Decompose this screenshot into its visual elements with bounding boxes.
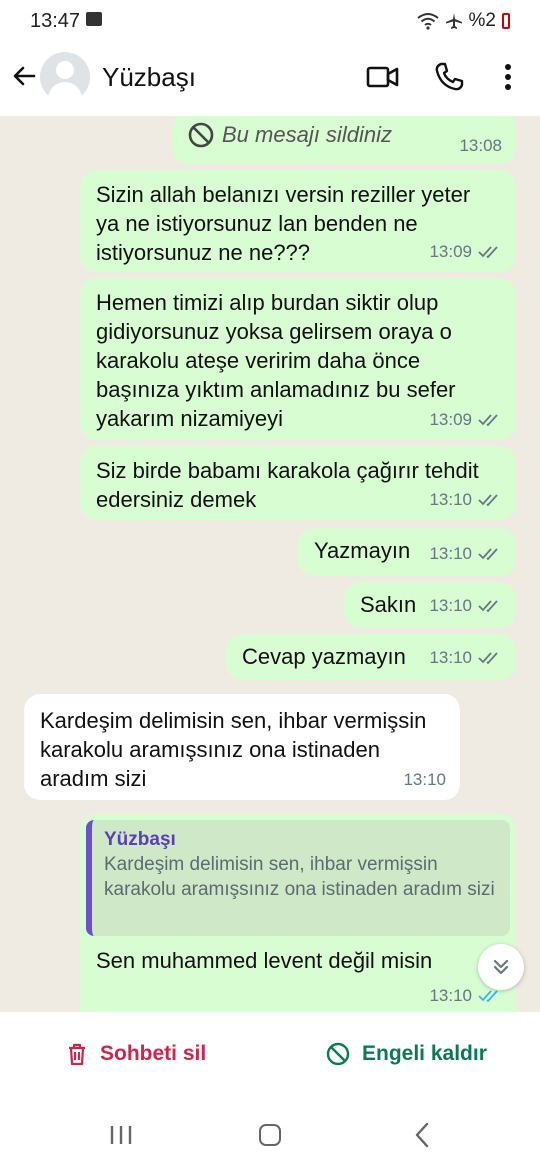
message-meta: 13:10: [429, 539, 502, 568]
recent-apps-icon[interactable]: [108, 1124, 134, 1146]
message-deleted[interactable]: Bu mesajı sildiniz 13:08: [172, 116, 516, 164]
message-text: Kardeşim delimisin sen, ihbar vermişsin …: [40, 708, 427, 791]
double-check-icon: [478, 651, 498, 664]
more-options-icon[interactable]: [496, 60, 520, 94]
message-time: 13:10: [403, 770, 446, 789]
message-outgoing[interactable]: Sakın 13:10: [344, 582, 516, 628]
ban-icon: [326, 1042, 350, 1066]
status-right: %2: [416, 10, 510, 32]
double-check-icon: [478, 413, 498, 426]
quoted-text: Kardeşim delimisin sen, ihbar vermişsin …: [104, 854, 495, 900]
message-outgoing[interactable]: Sizin allah belanızı versin reziller yet…: [80, 170, 516, 272]
chat-header: Yüzbaşı: [0, 44, 540, 116]
ban-icon: [188, 122, 214, 147]
unblock-label: Engeli kaldır: [362, 1042, 487, 1065]
message-meta: 13:10: [429, 591, 502, 620]
double-check-blue-icon: [478, 989, 498, 1002]
deleted-text: Bu mesajı sildiniz: [222, 122, 392, 147]
quoted-sender: Yüzbaşı: [104, 829, 176, 850]
message-time: 13:10: [429, 596, 472, 615]
double-check-icon: [478, 547, 498, 560]
double-check-icon: [478, 599, 498, 612]
message-outgoing[interactable]: Cevap yazmayın 13:10: [226, 634, 516, 680]
message-time: 13:09: [429, 410, 472, 429]
contact-name[interactable]: Yüzbaşı: [102, 62, 196, 93]
blocked-actions-bar: Sohbeti sil Engeli kaldır: [0, 1012, 540, 1104]
double-check-icon: [478, 493, 498, 506]
message-outgoing[interactable]: Yazmayın 13:10: [298, 528, 516, 576]
message-meta: 13:10: [403, 765, 446, 794]
message-incoming[interactable]: Kardeşim delimisin sen, ihbar vermişsin …: [24, 694, 460, 800]
nav-back-icon[interactable]: [412, 1122, 432, 1148]
reply-text: Sen muhammed levent değil misin: [96, 948, 433, 973]
battery-percent: %2: [468, 10, 496, 31]
message-time: 13:10: [429, 544, 472, 563]
status-bar: 13:47 %2: [0, 0, 540, 44]
phone-icon[interactable]: [432, 60, 466, 94]
image-notification-icon: [86, 12, 102, 26]
system-nav-bar: [0, 1104, 540, 1170]
message-meta: 13:09: [429, 405, 502, 434]
chat-area[interactable]: Bu mesajı sildiniz 13:08 Sizin allah bel…: [0, 116, 540, 1012]
back-arrow-icon[interactable]: [8, 60, 40, 92]
double-chevron-down-icon: [493, 959, 509, 975]
delete-chat-label: Sohbeti sil: [100, 1042, 207, 1065]
message-meta: 13:10: [429, 643, 502, 672]
message-outgoing[interactable]: Hemen timizi alıp burdan siktir olup gid…: [80, 278, 516, 440]
wifi-icon: [416, 13, 439, 30]
unblock-button[interactable]: Engeli kaldır: [326, 1042, 487, 1066]
delete-chat-button[interactable]: Sohbeti sil: [66, 1042, 206, 1066]
message-time: 13:10: [429, 986, 472, 1005]
message-meta: 13:08: [459, 131, 502, 160]
deleted-notice: Bu mesajı sildiniz: [188, 120, 500, 149]
status-time: 13:47: [30, 10, 81, 32]
message-time: 13:10: [429, 490, 472, 509]
double-check-icon: [478, 245, 498, 258]
scroll-down-button[interactable]: [478, 944, 524, 990]
avatar[interactable]: [40, 52, 90, 102]
trash-icon: [69, 1043, 85, 1066]
message-time: 13:10: [429, 648, 472, 667]
message-meta: 13:09: [429, 237, 502, 266]
home-icon[interactable]: [259, 1124, 281, 1146]
message-meta: 13:10: [429, 485, 502, 514]
battery-icon: [502, 13, 510, 29]
message-time: 13:08: [459, 136, 502, 155]
message-text: Siz birde babamı karakola çağırır tehdit…: [96, 458, 479, 512]
video-call-icon[interactable]: [366, 62, 400, 92]
message-outgoing[interactable]: Siz birde babamı karakola çağırır tehdit…: [80, 446, 516, 520]
quoted-message[interactable]: Yüzbaşı Kardeşim delimisin sen, ihbar ve…: [86, 820, 510, 936]
airplane-icon: [445, 13, 462, 29]
message-time: 13:09: [429, 242, 472, 261]
